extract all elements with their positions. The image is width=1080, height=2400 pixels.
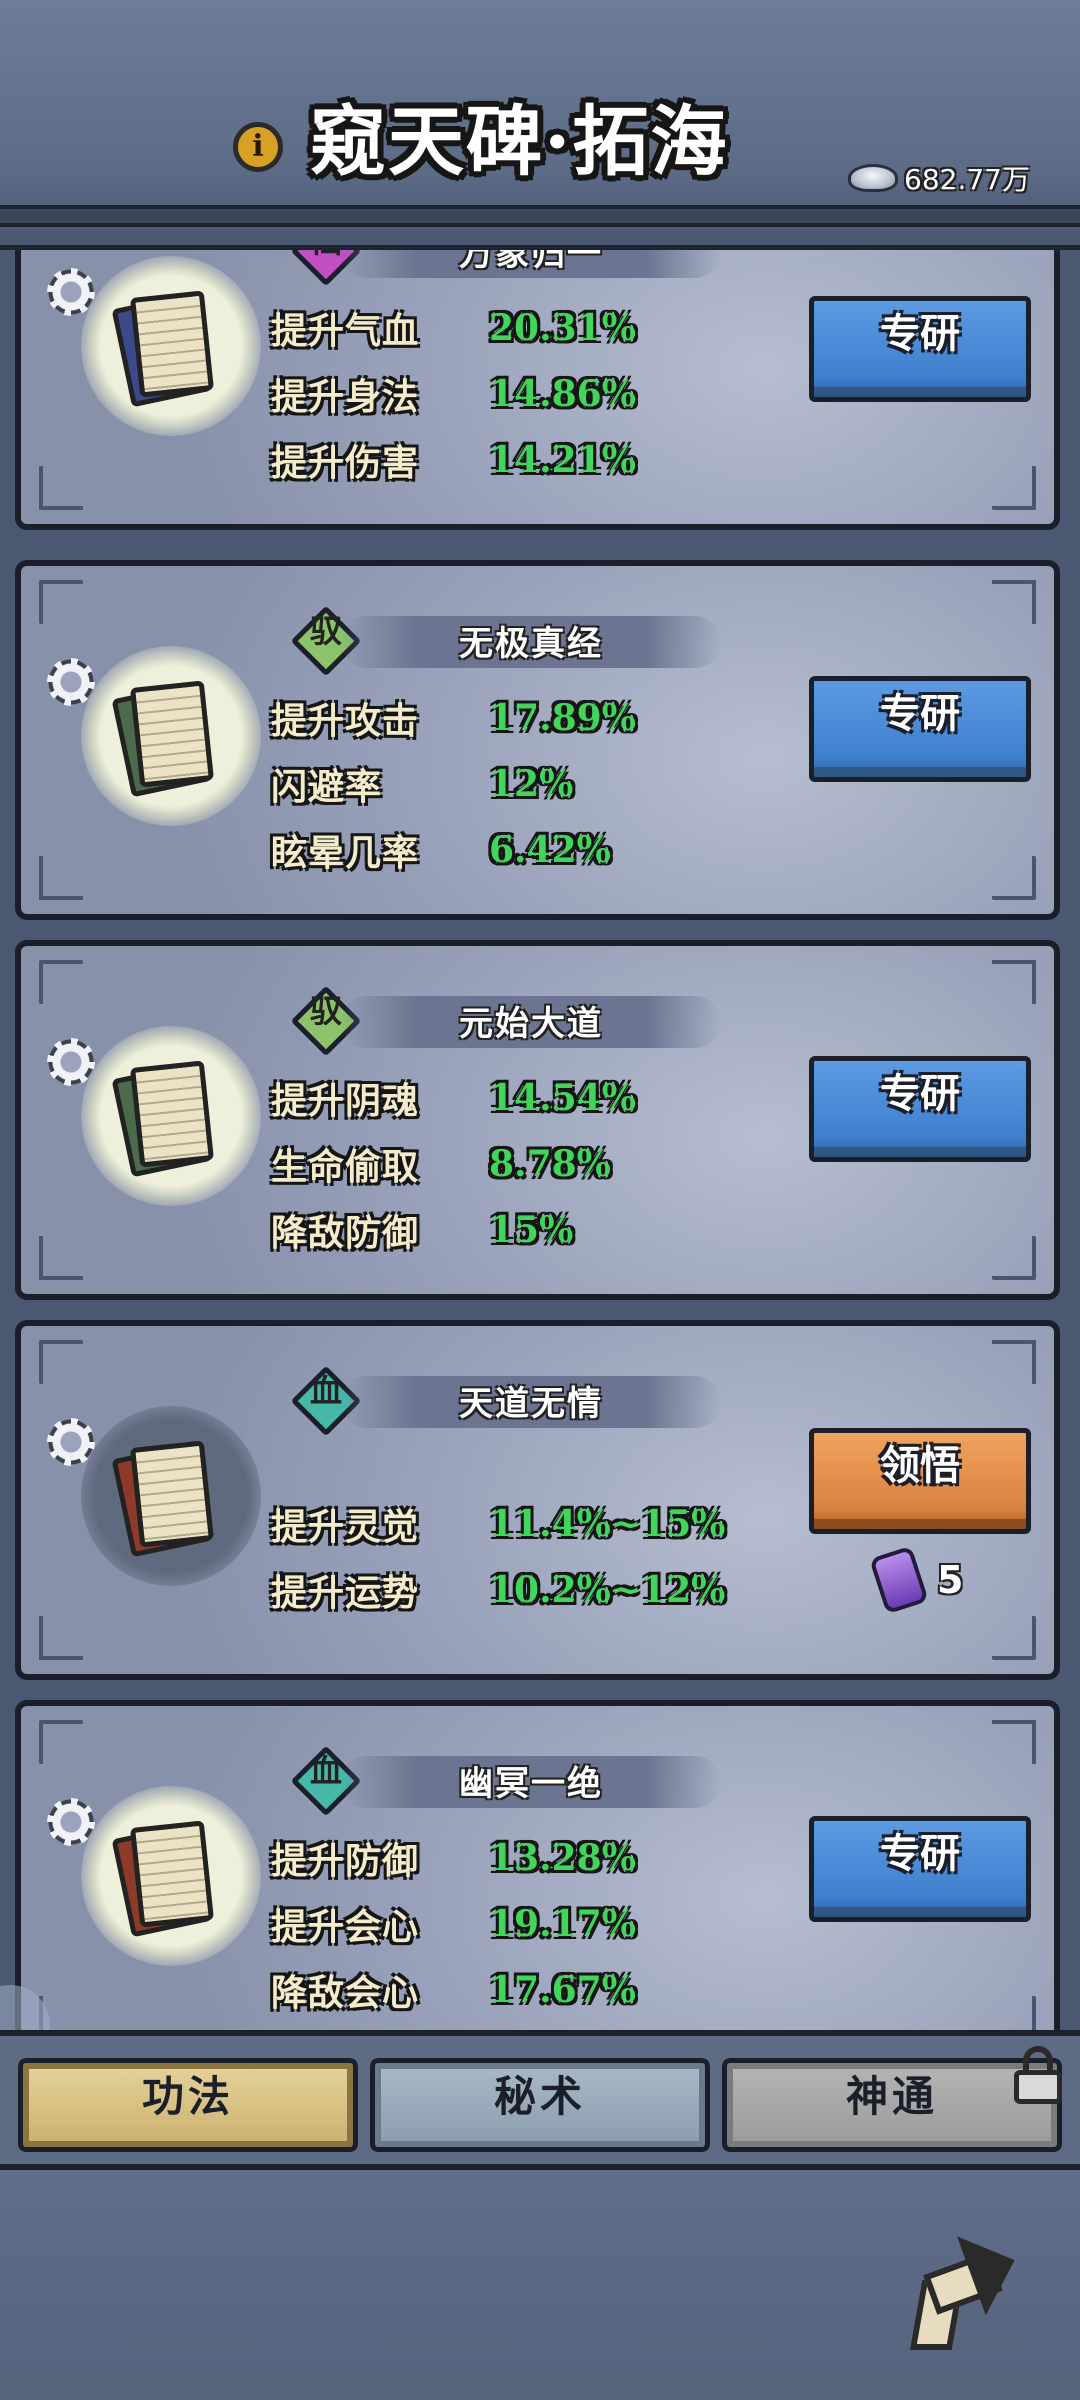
stat-row: 提升气血 20.31% xyxy=(271,298,636,358)
back-arrow-icon[interactable] xyxy=(898,2218,1029,2358)
stat-value: 12% xyxy=(489,763,574,805)
stat-row: 提升灵觉 11.4%~15% xyxy=(271,1494,725,1554)
scroll-icon[interactable] xyxy=(111,1060,217,1178)
stat-row: 降敌防御 15% xyxy=(271,1200,573,1260)
stat-row: 眩晕几率 6.42% xyxy=(271,820,611,880)
stat-value: 10.2%~12% xyxy=(489,1569,726,1611)
technique-card: 仙 万象归一 提升气血 20.31% 提升身法 14.86% 提升伤害 14.2… xyxy=(15,250,1060,530)
stat-label: 闪避率 xyxy=(271,766,383,808)
technique-card: 血 天道无情 提升灵觉 11.4%~15% 提升运势 10.2%~12% 领悟 … xyxy=(15,1320,1060,1680)
stat-value: 14.21% xyxy=(489,439,636,481)
stat-label: 提升攻击 xyxy=(271,700,420,742)
stat-value: 14.86% xyxy=(489,373,636,415)
cost-value: 5 xyxy=(937,1558,964,1602)
stat-label: 提升运势 xyxy=(271,1572,420,1614)
stat-label: 眩晕几率 xyxy=(271,832,420,874)
technique-name: 天道无情 xyxy=(459,1384,603,1424)
cost-display: 5 xyxy=(869,1545,964,1615)
technique-name: 幽冥一绝 xyxy=(459,1764,603,1804)
header-bar: i 窥天碑·拓海 682.77万 xyxy=(0,0,1080,251)
technique-name: 万象归一 xyxy=(459,250,603,274)
scroll-icon[interactable] xyxy=(111,1440,217,1558)
technique-name: 元始大道 xyxy=(459,1004,603,1044)
stat-row: 提升身法 14.86% xyxy=(271,364,636,424)
research-button[interactable]: 专研 xyxy=(809,1056,1031,1162)
stat-row: 生命偷取 8.78% xyxy=(271,1134,611,1194)
stat-row: 降敌会心 17.67% xyxy=(271,1960,636,2020)
tab-bar: 功法 秘术 神通 xyxy=(0,2030,1080,2170)
page-title: 窥天碑·拓海 xyxy=(310,97,729,186)
info-icon[interactable]: i xyxy=(233,122,283,172)
stat-value: 6.42% xyxy=(489,829,611,871)
technique-card: 血 幽冥一绝 提升防御 13.28% 提升会心 19.17% 降敌会心 17.6… xyxy=(15,1700,1060,2030)
scroll-icon[interactable] xyxy=(111,680,217,798)
stat-value: 11.4%~15% xyxy=(489,1503,726,1545)
stat-label: 提升灵觉 xyxy=(271,1506,420,1548)
stat-label: 降敌防御 xyxy=(271,1212,420,1254)
technique-list[interactable]: 仙 万象归一 提升气血 20.31% 提升身法 14.86% 提升伤害 14.2… xyxy=(0,250,1080,2030)
stat-row: 提升伤害 14.21% xyxy=(271,430,636,490)
stat-label: 提升伤害 xyxy=(271,442,420,484)
research-button[interactable]: 专研 xyxy=(809,296,1031,402)
currency-display: 682.77万 xyxy=(848,158,1030,198)
currency-value: 682.77万 xyxy=(904,163,1030,196)
stat-label: 降敌会心 xyxy=(271,1972,420,2014)
research-button[interactable]: 专研 xyxy=(809,1816,1031,1922)
technique-name: 无极真经 xyxy=(459,624,603,664)
stat-value: 8.78% xyxy=(489,1143,611,1185)
technique-card: 驭 元始大道 提升阴魂 14.54% 生命偷取 8.78% 降敌防御 15% 专… xyxy=(15,940,1060,1300)
stat-label: 提升气血 xyxy=(271,310,420,352)
stat-value: 17.67% xyxy=(489,1969,636,2011)
stat-row: 闪避率 12% xyxy=(271,754,573,814)
stat-value: 19.17% xyxy=(489,1903,636,1945)
stat-label: 提升会心 xyxy=(271,1906,420,1948)
stat-value: 14.54% xyxy=(489,1077,636,1119)
silver-ingot-icon xyxy=(848,164,898,192)
stat-label: 提升防御 xyxy=(271,1840,420,1882)
stat-label: 提升阴魂 xyxy=(271,1080,420,1122)
stat-value: 15% xyxy=(489,1209,574,1251)
scroll-icon[interactable] xyxy=(111,1820,217,1938)
comprehend-button[interactable]: 领悟 xyxy=(809,1428,1031,1534)
stat-label: 生命偷取 xyxy=(271,1146,420,1188)
tab-gongfa[interactable]: 功法 xyxy=(18,2058,358,2152)
stat-value: 13.28% xyxy=(489,1837,636,1879)
lock-icon xyxy=(1012,2046,1064,2104)
stat-value: 17.89% xyxy=(489,697,636,739)
stat-row: 提升运势 10.2%~12% xyxy=(271,1560,725,1620)
stat-row: 提升防御 13.28% xyxy=(271,1828,636,1888)
stat-row: 提升攻击 17.89% xyxy=(271,688,636,748)
tab-mishu[interactable]: 秘术 xyxy=(370,2058,710,2152)
stat-row: 提升会心 19.17% xyxy=(271,1894,636,1954)
purple-scroll-icon xyxy=(869,1545,929,1615)
stat-value: 20.31% xyxy=(489,307,636,349)
technique-card: 驭 无极真经 提升攻击 17.89% 闪避率 12% 眩晕几率 6.42% 专研 xyxy=(15,560,1060,920)
stat-row: 提升阴魂 14.54% xyxy=(271,1068,636,1128)
research-button[interactable]: 专研 xyxy=(809,676,1031,782)
tab-shentong[interactable]: 神通 xyxy=(722,2058,1062,2152)
scroll-icon[interactable] xyxy=(111,290,217,408)
stat-label: 提升身法 xyxy=(271,376,420,418)
